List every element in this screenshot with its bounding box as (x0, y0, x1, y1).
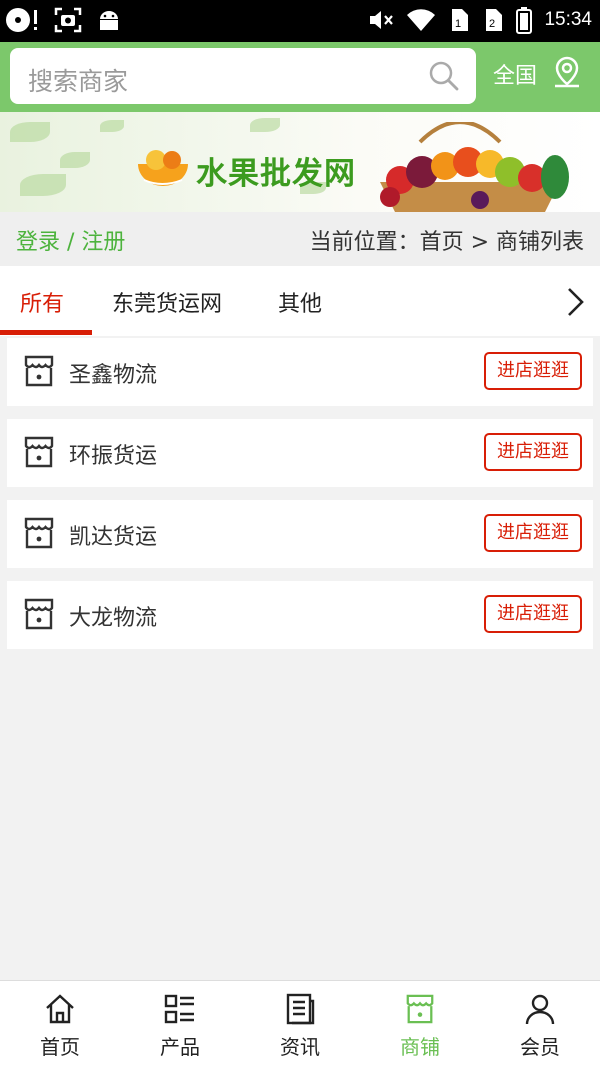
shop-list-item[interactable]: 圣鑫物流 进店逛逛 (7, 338, 593, 406)
breadcrumb-row: 登录 / 注册 当前位置：首页 > 商铺列表 (0, 212, 600, 266)
store-icon (24, 517, 54, 549)
shop-list-item[interactable]: 环振货运 进店逛逛 (7, 419, 593, 487)
shop-name: 大龙物流 (69, 606, 158, 631)
search-placeholder: 搜索商家 (28, 67, 129, 96)
breadcrumb: 当前位置：首页 > 商铺列表 (309, 230, 584, 255)
nav-label: 资讯 (280, 1035, 320, 1059)
active-tab-indicator (0, 330, 92, 335)
nav-products[interactable]: 产品 (120, 981, 240, 1067)
mute-icon (370, 11, 394, 29)
orange-logo-icon (138, 150, 188, 186)
nav-home[interactable]: 首页 (0, 981, 120, 1067)
battery-icon (516, 7, 533, 34)
nav-news[interactable]: 资讯 (240, 981, 360, 1067)
banner[interactable]: 水果批发网 (0, 112, 600, 212)
store-icon (24, 598, 54, 630)
nav-label: 首页 (40, 1035, 80, 1059)
banner-title: 水果批发网 (196, 156, 356, 192)
status-bar: 1 2 15:34 (0, 0, 600, 42)
location-pin-icon[interactable] (552, 56, 582, 88)
nav-member[interactable]: 会员 (480, 981, 600, 1067)
nav-label: 会员 (520, 1035, 560, 1059)
shop-name: 环振货运 (69, 444, 158, 469)
fruit-basket-image (380, 122, 569, 212)
chevron-right-icon[interactable] (564, 286, 586, 318)
shop-icon (406, 994, 434, 1024)
search-input[interactable]: 搜索商家 (10, 48, 476, 104)
nav-shops[interactable]: 商铺 (360, 981, 480, 1067)
wifi-icon (407, 9, 436, 31)
visit-store-button[interactable]: 进店逛逛 (484, 352, 582, 390)
shop-list-item[interactable]: 凯达货运 进店逛逛 (7, 500, 593, 568)
svg-text:1: 1 (455, 18, 461, 30)
header: 搜索商家 全国 (0, 42, 600, 112)
nav-label: 产品 (160, 1035, 200, 1059)
login-register-link[interactable]: 登录 / 注册 (16, 224, 125, 256)
news-icon (286, 993, 315, 1025)
tab-dongguan-freight[interactable]: 东莞货运网 (112, 286, 222, 318)
store-icon (24, 355, 54, 387)
android-icon (100, 11, 118, 30)
shop-list-item[interactable]: 大龙物流 进店逛逛 (7, 581, 593, 649)
visit-store-button[interactable]: 进店逛逛 (484, 595, 582, 633)
record-icon (6, 8, 37, 32)
clock: 15:34 (544, 9, 592, 30)
shop-name: 圣鑫物流 (69, 363, 158, 388)
list-icon (164, 994, 194, 1024)
shop-name: 凯达货运 (69, 525, 158, 550)
category-tabs: 所有 东莞货运网 其他 (0, 266, 600, 336)
visit-store-button[interactable]: 进店逛逛 (484, 433, 582, 471)
nav-label: 商铺 (400, 1035, 440, 1059)
bottom-nav: 首页 产品 资讯 商铺 会员 (0, 980, 600, 1067)
region-selector[interactable]: 全国 (493, 58, 537, 90)
sim2-icon: 2 (486, 9, 503, 31)
search-icon[interactable] (428, 60, 460, 92)
tab-all[interactable]: 所有 (20, 286, 64, 318)
sim1-icon: 1 (452, 9, 469, 31)
tab-other[interactable]: 其他 (278, 286, 322, 318)
visit-store-button[interactable]: 进店逛逛 (484, 514, 582, 552)
user-icon (525, 994, 555, 1025)
home-icon (46, 994, 74, 1024)
screenshot-icon (54, 7, 82, 33)
svg-text:2: 2 (489, 18, 495, 30)
store-icon (24, 436, 54, 468)
